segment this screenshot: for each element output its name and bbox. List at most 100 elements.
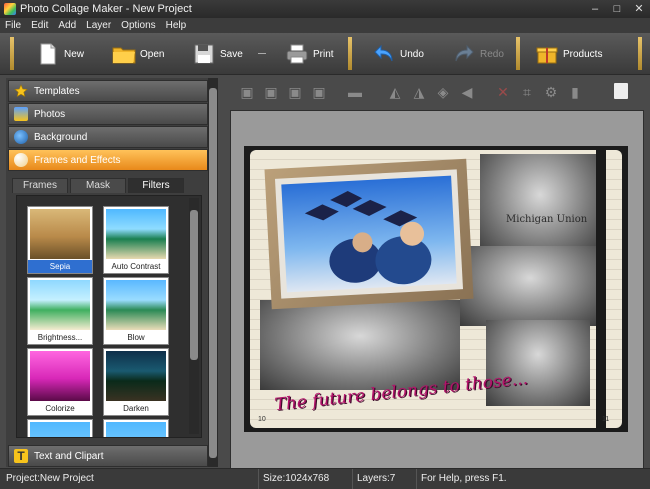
filter-thumb-sepia[interactable]: Sepia [27, 206, 93, 274]
tab-filters[interactable]: Filters [128, 178, 184, 193]
title-bar: Photo Collage Maker - New Project – □ ✕ [0, 0, 650, 18]
lock-icon[interactable]: ▮ [566, 83, 584, 101]
panel-text-and-clipart-label: Text and Clipart [34, 450, 104, 462]
panel-background[interactable]: Background [8, 126, 208, 148]
panel-background-label: Background [34, 131, 88, 143]
layout-toolbar: ▣ ▣ ▣ ▣ ▬ ◭ ◮ ◈ ◀ ✕ ⌗ ⚙ ▮ [230, 78, 642, 106]
toolbar-separator [348, 37, 352, 70]
toolbar-separator [10, 37, 14, 70]
photos-icon [14, 107, 28, 121]
filter-label: Colorize [28, 402, 92, 415]
toolbar-separator [516, 37, 520, 70]
floppy-disk-icon [194, 44, 214, 64]
menu-options[interactable]: Options [116, 20, 160, 31]
gear-icon[interactable]: ⚙ [542, 83, 560, 101]
filter-thumb-colorize[interactable]: Colorize [27, 348, 93, 416]
toolbar-separator [638, 37, 642, 70]
filter-thumb-brightness[interactable]: Brightness... [27, 277, 93, 345]
framed-photo[interactable] [264, 158, 474, 310]
filter-thumb-darken[interactable]: Darken [103, 348, 169, 416]
left-panel: Templates Photos Background Frames and E… [6, 78, 218, 467]
new-button-label: New [64, 48, 85, 60]
new-document-icon [40, 43, 56, 65]
graduation-caps-illustration [304, 191, 432, 285]
redo-button-label: Redo [480, 48, 504, 60]
filter-label: Blow [104, 331, 168, 344]
collage-canvas[interactable]: Michigan Union The future belongs to tho… [244, 146, 628, 432]
undo-button[interactable]: Undo [372, 37, 424, 71]
main-toolbar: New Open Save Print Undo Redo Products [0, 33, 650, 75]
new-button[interactable]: New [36, 37, 84, 71]
open-button[interactable]: Open [112, 37, 164, 71]
collage-photo-graduates-sign[interactable]: Michigan Union [480, 154, 600, 256]
menu-file[interactable]: File [0, 20, 26, 31]
menu-add[interactable]: Add [53, 20, 81, 31]
background-icon [14, 130, 28, 144]
menu-edit[interactable]: Edit [26, 20, 53, 31]
filter-preview-image [30, 209, 90, 259]
panel-frames-and-effects-label: Frames and Effects [34, 154, 121, 166]
collage-sign-text: Michigan Union [506, 214, 588, 225]
maximize-button[interactable]: □ [606, 0, 628, 18]
products-button[interactable]: Products [535, 37, 602, 71]
menu-help[interactable]: Help [161, 20, 192, 31]
filter-preview-image [106, 422, 166, 437]
align-bottom-right-icon[interactable]: ▣ [262, 83, 280, 101]
tab-mask[interactable]: Mask [70, 178, 126, 193]
notebook-paper-background: Michigan Union The future belongs to tho… [250, 150, 622, 428]
panel-frames-and-effects[interactable]: Frames and Effects [8, 149, 208, 171]
flip-vertical-icon[interactable]: ◀ [458, 83, 476, 101]
send-backward-icon[interactable]: ▣ [310, 83, 328, 101]
rotate-right-icon[interactable]: ◮ [410, 83, 428, 101]
filter-thumb-auto-contrast[interactable]: Auto Contrast [103, 206, 169, 274]
crop-icon[interactable]: ⌗ [518, 83, 536, 101]
panel-text-and-clipart[interactable]: T Text and Clipart [8, 445, 208, 467]
print-button[interactable]: Print [285, 37, 334, 71]
close-button[interactable]: ✕ [628, 0, 650, 18]
filter-thumb-partial[interactable] [27, 419, 93, 437]
page-properties-icon[interactable] [614, 83, 628, 99]
filter-preview-image [30, 280, 90, 330]
menu-layer[interactable]: Layer [81, 20, 116, 31]
bring-forward-icon[interactable]: ▣ [286, 83, 304, 101]
filter-preview-image [30, 351, 90, 401]
rotate-left-icon[interactable]: ◭ [386, 83, 404, 101]
filter-preview-image [106, 209, 166, 259]
filter-label: Darken [104, 402, 168, 415]
status-help: For Help, press F1. [416, 469, 621, 489]
save-dropdown-arrow[interactable] [258, 53, 266, 54]
status-size: Size:1024x768 [258, 469, 355, 489]
panel-scrollbar-thumb[interactable] [209, 88, 217, 458]
filter-thumb-partial[interactable] [103, 419, 169, 437]
collage-photo-caps-crowd[interactable] [460, 246, 600, 326]
folder-icon [112, 47, 136, 64]
flip-horizontal-icon[interactable]: ◈ [434, 83, 452, 101]
delete-icon[interactable]: ✕ [494, 83, 512, 101]
status-project: Project:New Project [6, 473, 94, 484]
panel-scrollbar[interactable] [208, 78, 218, 467]
save-button[interactable]: Save [192, 37, 243, 71]
panel-templates[interactable]: Templates [8, 80, 208, 102]
canvas-workspace: Michigan Union The future belongs to tho… [230, 110, 644, 469]
collage-photo-class-group[interactable] [260, 300, 460, 390]
align-bottom-left-icon[interactable]: ▣ [238, 83, 256, 101]
align-icon[interactable]: ▬ [346, 83, 364, 101]
filter-thumb-blow[interactable]: Blow [103, 277, 169, 345]
effects-subtabs: Frames Mask Filters [10, 178, 202, 193]
redo-button[interactable]: Redo [452, 37, 504, 71]
star-icon [14, 84, 28, 98]
collage-photo-graduate-portrait[interactable] [486, 320, 590, 406]
app-icon [4, 3, 16, 15]
tab-frames[interactable]: Frames [12, 178, 68, 193]
save-button-label: Save [220, 48, 243, 60]
minimize-button[interactable]: – [584, 0, 606, 18]
filter-label: Brightness... [28, 331, 92, 344]
undo-button-label: Undo [400, 48, 424, 60]
panel-photos[interactable]: Photos [8, 103, 208, 125]
filter-label: Sepia [28, 260, 92, 273]
thumbnail-scrollbar[interactable] [189, 198, 199, 434]
thumbnail-scrollbar-thumb[interactable] [190, 210, 198, 360]
page-number-left: 10 [258, 416, 266, 423]
text-icon: T [14, 449, 28, 463]
palette-icon [14, 153, 28, 167]
